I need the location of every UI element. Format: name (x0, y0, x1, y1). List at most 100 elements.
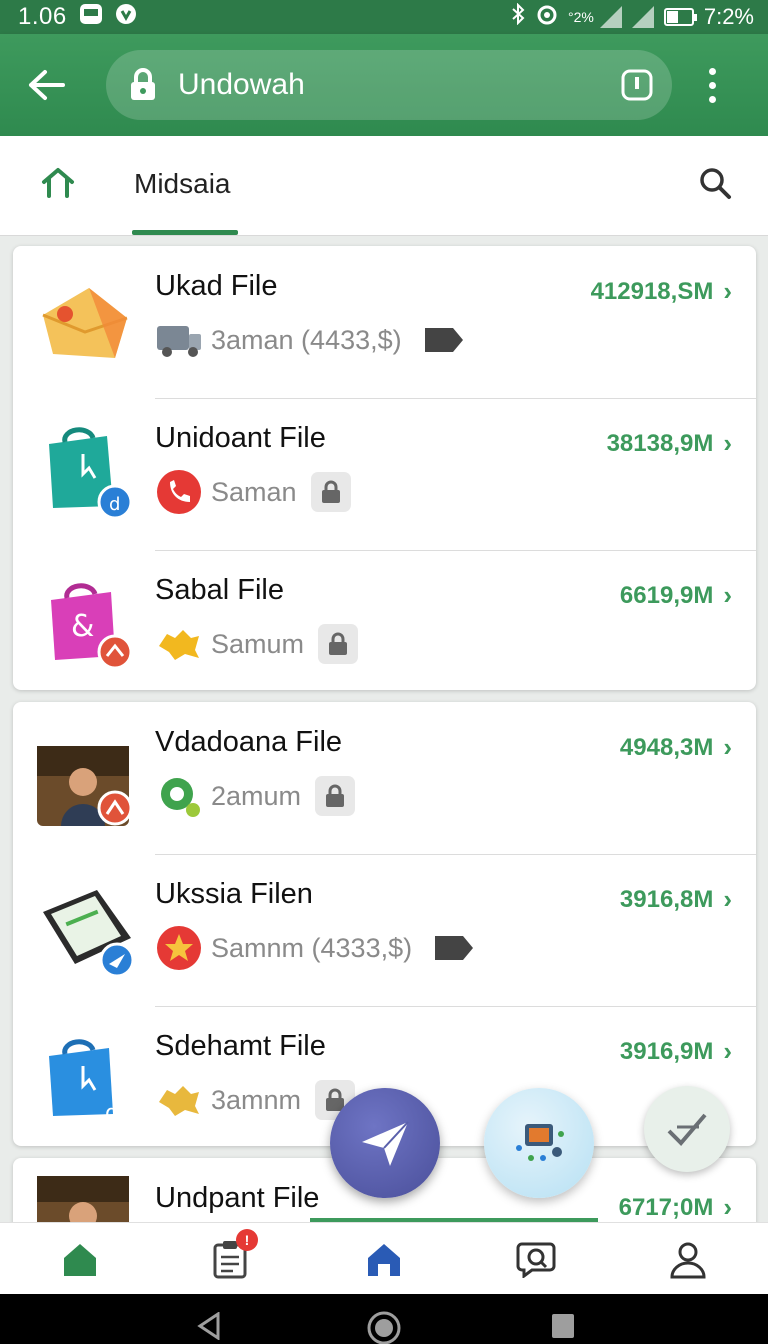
chevron-right-icon: › (723, 428, 732, 458)
file-meta: Saman (155, 468, 351, 516)
gear-icon (155, 772, 203, 820)
status-time: 1.06 (18, 3, 67, 30)
chevron-right-icon: › (723, 732, 732, 762)
system-back-button[interactable] (196, 1311, 222, 1344)
envelope-icon (35, 270, 135, 370)
lock-icon (315, 776, 356, 816)
chevron-right-icon: › (723, 580, 732, 610)
tab-title[interactable]: Midsaia (134, 168, 230, 200)
bottom-navigation: ! (0, 1222, 768, 1294)
search-icon (700, 168, 731, 199)
notification-badge-icon: ! (236, 1229, 258, 1251)
send-fab[interactable] (330, 1088, 440, 1198)
system-home-button[interactable] (366, 1310, 402, 1344)
file-size[interactable]: 3916,8M › (620, 884, 732, 915)
house-icon (368, 1244, 400, 1276)
file-size-text: 6717;0M (618, 1193, 714, 1221)
chevron-right-icon: › (723, 276, 732, 306)
system-recents-button[interactable] (550, 1312, 576, 1344)
battery-text: 7:2% (703, 4, 754, 29)
nav-chat[interactable] (514, 1237, 558, 1281)
svg-text:&: & (71, 609, 94, 644)
home-icon (42, 168, 74, 198)
file-meta: Samnm (4333,$) (155, 924, 478, 972)
check-fab[interactable] (644, 1086, 730, 1172)
address-bar[interactable]: Undowah (106, 50, 672, 120)
file-size-text: 6619,9M (619, 581, 714, 609)
truck-icon (155, 316, 203, 364)
nav-profile[interactable] (666, 1237, 710, 1281)
file-name: Sabal File (155, 574, 284, 606)
file-size[interactable]: 3916,9M › (620, 1036, 732, 1067)
chevron-right-icon: › (723, 884, 732, 914)
file-card-1: Ukad File 3aman (4433,$) 412918,SM › d Un… (13, 246, 756, 690)
tag-icon (430, 924, 478, 972)
file-meta-text: Samnm (4333,$) (211, 932, 413, 963)
app-icon (516, 1124, 564, 1161)
file-size[interactable]: 6717;0M › (619, 1192, 732, 1223)
file-size-text: 4948,3M (619, 733, 714, 761)
back-arrow-icon (29, 70, 65, 100)
battery-icon (663, 8, 697, 26)
tag-icon (420, 316, 468, 364)
file-meta: Samum (155, 620, 359, 668)
person-photo (35, 726, 135, 826)
star-burst-icon (155, 1076, 203, 1124)
file-size-text: 412918,SM (590, 277, 714, 305)
phone-icon (155, 468, 203, 516)
teal-bag-icon: d (35, 422, 135, 522)
nav-home-alt[interactable] (362, 1237, 406, 1281)
lock-icon (131, 68, 155, 100)
profile-icon (670, 1242, 706, 1279)
checkmark-icon (667, 1113, 707, 1146)
app-fab[interactable] (484, 1088, 594, 1198)
file-meta: 3amnm (155, 1076, 356, 1124)
tabs-icon[interactable] (620, 68, 654, 102)
pink-bag-icon: & (35, 574, 135, 674)
file-name: Sdehamt File (155, 1030, 326, 1062)
file-name: Ukad File (155, 270, 278, 302)
file-row[interactable]: & Sabal File Samum 6619,9M › (13, 550, 756, 702)
file-row[interactable]: Ukssia Filen Samnm (4333,$) 3916,8M › (13, 854, 756, 1006)
file-name: Unidoant File (155, 422, 326, 454)
network-label: °2% (568, 9, 594, 25)
recents-square-icon (552, 1314, 574, 1338)
file-name: Undpant File (155, 1182, 320, 1214)
file-size-text: 38138,9M (606, 429, 714, 457)
chevron-right-icon: › (723, 1192, 732, 1222)
file-meta-text: Samum (211, 628, 305, 659)
file-row[interactable]: Ukad File 3aman (4433,$) 412918,SM › (13, 246, 756, 398)
file-name: Ukssia Filen (155, 878, 313, 910)
device-icon (35, 878, 135, 978)
lock-icon (310, 472, 351, 512)
home-circle-icon (367, 1311, 401, 1344)
home-tab-button[interactable] (40, 166, 76, 203)
more-options-button[interactable] (702, 67, 722, 103)
signal-icon (599, 6, 622, 28)
file-size[interactable]: 4948,3M › (620, 732, 732, 763)
tab-active-indicator (132, 230, 238, 235)
blue-bag-icon: d (35, 1030, 135, 1130)
file-size[interactable]: 6619,9M › (620, 580, 732, 611)
notification-app-icon (79, 3, 103, 32)
search-button[interactable] (698, 166, 732, 205)
svg-text:d: d (105, 1101, 119, 1126)
send-icon (362, 1121, 409, 1166)
alarm-icon (536, 3, 558, 31)
file-meta: 2amum (155, 772, 356, 820)
file-size[interactable]: 412918,SM › (591, 276, 732, 307)
file-meta-text: 2amum (211, 780, 302, 811)
file-row[interactable]: Vdadoana File 2amum 4948,3M › (13, 702, 756, 854)
nav-clipboard[interactable]: ! (208, 1229, 258, 1281)
file-size[interactable]: 38138,9M › (607, 428, 732, 459)
signal-icon-2 (631, 6, 654, 28)
back-triangle-icon (197, 1311, 220, 1341)
app-bar: Undowah (0, 34, 768, 136)
nav-home[interactable] (58, 1237, 102, 1281)
file-row[interactable]: d Unidoant File Saman 38138,9M › (13, 398, 756, 550)
shield-notification-icon (115, 3, 137, 32)
tab-bar: Midsaia (0, 136, 768, 236)
svg-text:d: d (109, 494, 120, 515)
back-button[interactable] (20, 59, 72, 111)
file-meta: 3aman (4433,$) (155, 316, 468, 364)
